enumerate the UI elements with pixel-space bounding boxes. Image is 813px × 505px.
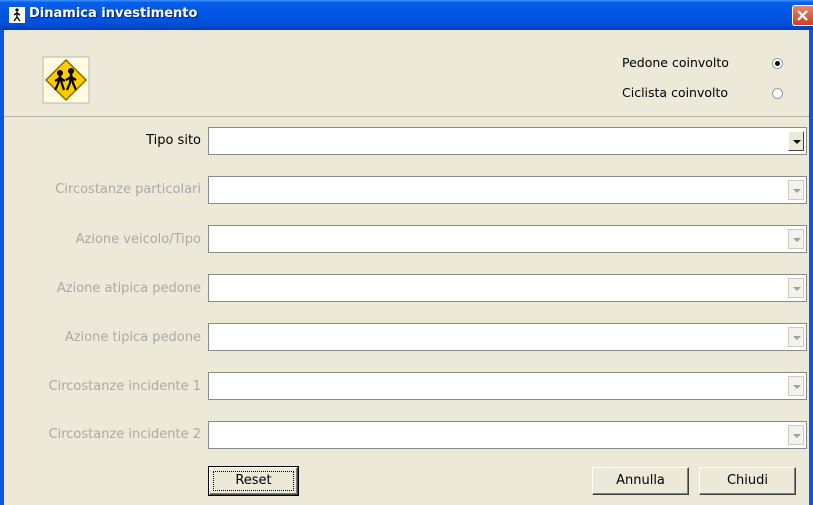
field-label-azione-veicolo: Azione veicolo/Tipo [75,232,201,247]
chevron-down-icon [788,278,804,298]
cyclist-radio[interactable] [772,88,783,99]
dialog-window: Dinamica investimento Pedone coinvolto C… [0,0,813,505]
reset-button[interactable]: Reset [208,466,299,496]
chevron-down-icon [788,376,804,396]
field-label-azione-atipica-pedone: Azione atipica pedone [56,281,201,296]
close-icon [797,10,808,21]
reset-button-label: Reset [235,473,272,488]
pedestrian-radio-label: Pedone coinvolto [622,55,729,70]
radio-selected-dot [775,61,780,66]
school-crossing-sign-icon [42,56,90,104]
chevron-down-icon [788,229,804,249]
window-title: Dinamica investimento [29,6,198,21]
close-button-label: Chiudi [726,473,769,488]
field-label-circostanze-particolari: Circostanze particolari [55,182,201,197]
chevron-down-icon [788,327,804,347]
azione-veicolo-select [208,225,807,253]
pedestrian-radio[interactable] [772,58,783,69]
chevron-down-icon[interactable] [788,131,804,151]
close-button[interactable]: Chiudi [699,467,796,495]
field-label-azione-tipica-pedone: Azione tipica pedone [64,330,201,345]
chevron-down-icon [788,180,804,200]
circostanze-incidente-1-select [208,372,807,400]
involvement-group: Pedone coinvolto Ciclista coinvolto [4,30,809,117]
close-window-button[interactable] [792,5,813,26]
tipo-sito-select[interactable] [208,127,807,155]
circostanze-particolari-select [208,176,807,204]
field-label-circostanze-incidente-2: Circostanze incidente 2 [48,427,201,442]
cyclist-radio-label: Ciclista coinvolto [622,85,729,100]
field-label-tipo-sito: Tipo sito [146,133,201,148]
window-right-border [809,30,813,505]
cancel-button[interactable]: Annulla [592,467,689,495]
pedestrian-icon [9,7,25,23]
circostanze-incidente-2-select [208,421,807,449]
cancel-button-label: Annulla [616,473,665,488]
field-label-circostanze-incidente-1: Circostanze incidente 1 [48,379,201,394]
azione-atipica-pedone-select [208,274,807,302]
title-bar[interactable]: Dinamica investimento [0,0,813,30]
azione-tipica-pedone-select [208,323,807,351]
chevron-down-icon [788,425,804,445]
